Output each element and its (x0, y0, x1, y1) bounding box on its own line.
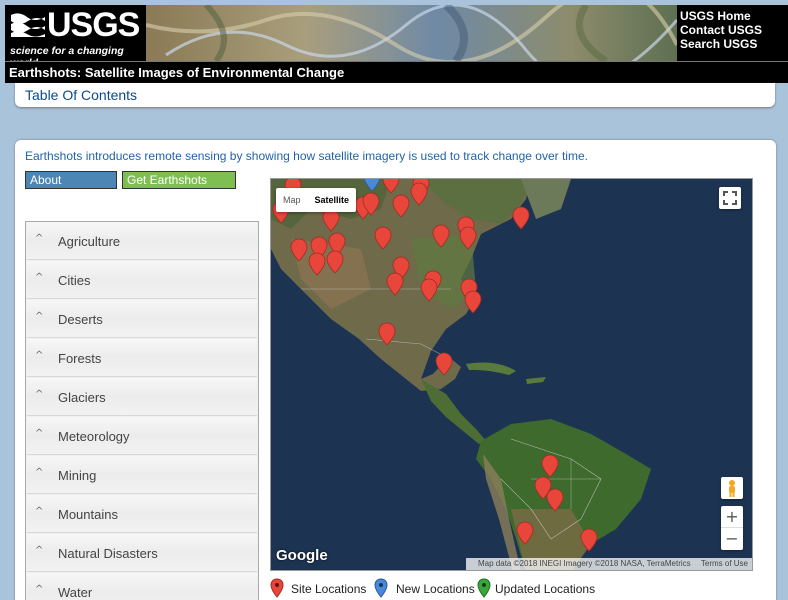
satellite-map[interactable]: Map Satellite + − Google Map data ©2018 … (270, 178, 753, 571)
chevron-up-icon: ^ (35, 389, 44, 400)
usgs-home-link[interactable]: USGS Home (680, 9, 788, 23)
toc-label[interactable]: Table Of Contents (25, 87, 137, 103)
search-usgs-link[interactable]: Search USGS (680, 37, 788, 51)
legend-new-label: New Locations (396, 582, 475, 596)
about-earthshots-button[interactable]: About Earthshots (25, 171, 117, 201)
table-of-contents[interactable]: Table Of Contents (15, 83, 775, 107)
menu-item-label: Meteorology (58, 429, 130, 444)
menu-item-natural-disasters[interactable]: ^ Natural Disasters (27, 534, 257, 572)
map-imagery (271, 179, 752, 570)
chevron-up-icon: ^ (35, 428, 44, 439)
menu-item-mining[interactable]: ^ Mining (27, 456, 257, 494)
contact-usgs-link[interactable]: Contact USGS (680, 23, 788, 37)
chevron-up-icon: ^ (35, 311, 44, 322)
new-pin-icon (374, 578, 388, 598)
usgs-wave-icon (11, 13, 45, 37)
map-type-control: Map Satellite (276, 188, 357, 212)
main-content: Earthshots introduces remote sensing by … (15, 140, 776, 600)
chevron-up-icon: ^ (35, 467, 44, 478)
map-attribution: Map data ©2018 INEGI Imagery ©2018 NASA,… (466, 558, 752, 570)
menu-item-label: Agriculture (58, 234, 121, 249)
chevron-up-icon: ^ (35, 350, 44, 361)
menu-item-agriculture[interactable]: ^ Agriculture (27, 222, 257, 260)
menu-item-meteorology[interactable]: ^ Meteorology (27, 417, 257, 455)
legend-site-label: Site Locations (291, 582, 367, 596)
usgs-logo[interactable]: USGS science for a changing world (5, 5, 146, 61)
map-type-map-button[interactable]: Map (276, 188, 308, 212)
topic-menu: ^ Agriculture ^ Cities ^ Deserts ^ Forests ^… (25, 221, 259, 600)
map-type-satellite-button[interactable]: Satellite (308, 188, 357, 212)
menu-item-label: Mountains (58, 507, 118, 522)
menu-item-label: Cities (58, 273, 91, 288)
legend-updated-label: Updated Locations (495, 582, 596, 596)
zoom-out-button[interactable]: − (721, 528, 743, 550)
menu-item-label: Natural Disasters (58, 546, 158, 561)
menu-item-label: Forests (58, 351, 102, 366)
updated-pin-icon (477, 578, 491, 598)
site-pin-icon (270, 578, 284, 598)
get-cards-button[interactable]: Get Earthshots Cards (122, 171, 236, 201)
menu-item-label: Mining (58, 468, 97, 483)
menu-item-water[interactable]: ^ Water (27, 573, 257, 600)
header-banner: USGS science for a changing world USGS H… (5, 5, 788, 61)
pegman-icon (729, 480, 735, 497)
menu-item-forests[interactable]: ^ Forests (27, 339, 257, 377)
menu-item-label: Water (58, 585, 93, 600)
logo-word: USGS (47, 6, 140, 44)
logo-tagline: science for a changing world (10, 45, 124, 61)
attribution-text: Map data ©2018 INEGI Imagery ©2018 NASA,… (478, 559, 691, 568)
header-satellite-image (146, 5, 677, 61)
google-logo: Google (276, 547, 328, 564)
chevron-up-icon: ^ (35, 506, 44, 517)
fullscreen-icon (723, 191, 737, 205)
map-legend: Site Locations New Locations Updated Loc… (270, 578, 753, 600)
menu-item-label: Glaciers (58, 390, 106, 405)
chevron-up-icon: ^ (35, 233, 44, 244)
menu-item-label: Deserts (58, 312, 103, 327)
menu-item-cities[interactable]: ^ Cities (27, 261, 257, 299)
chevron-up-icon: ^ (35, 545, 44, 556)
intro-text: Earthshots introduces remote sensing by … (25, 149, 588, 163)
zoom-in-button[interactable]: + (721, 506, 743, 528)
page-title: Earthshots: Satellite Images of Environm… (9, 65, 345, 80)
terms-of-use-link[interactable]: Terms of Use (701, 559, 748, 568)
menu-item-glaciers[interactable]: ^ Glaciers (27, 378, 257, 416)
page-title-bar: Earthshots: Satellite Images of Environm… (5, 61, 788, 83)
header-links: USGS Home Contact USGS Search USGS (677, 5, 788, 61)
zoom-control: + − (721, 506, 743, 550)
menu-item-deserts[interactable]: ^ Deserts (27, 300, 257, 338)
menu-item-mountains[interactable]: ^ Mountains (27, 495, 257, 533)
fullscreen-button[interactable] (719, 187, 741, 209)
chevron-up-icon: ^ (35, 584, 44, 595)
chevron-up-icon: ^ (35, 272, 44, 283)
street-view-button[interactable] (721, 477, 743, 499)
